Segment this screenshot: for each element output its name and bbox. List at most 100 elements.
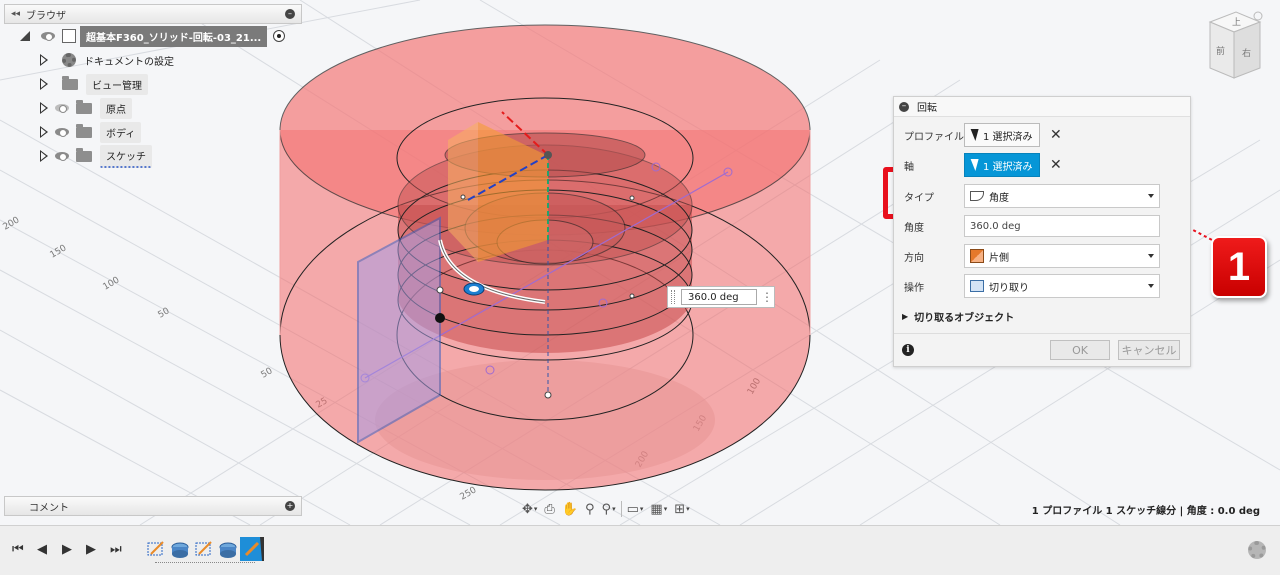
angle-row: 角度 360.0 deg xyxy=(894,213,1192,239)
axis-tick: 150 xyxy=(49,243,69,260)
axis-select-button[interactable]: 1 選択済み xyxy=(964,153,1040,177)
active-sketch-feature-icon[interactable] xyxy=(240,537,264,561)
navigation-toolbar: ✥ ▾ ⎙ ✋ ⚲ ⚲ ▾ ▭ ▾ ▦ ▾ ⊞ ▾ xyxy=(520,497,760,521)
expand-icon[interactable] xyxy=(40,78,48,90)
browser-item-label: 原点 xyxy=(100,97,132,119)
browser-item-view-manager[interactable]: ビュー管理 xyxy=(4,72,302,96)
add-comment-icon[interactable]: + xyxy=(285,501,295,511)
axis-tick: 250 xyxy=(459,485,479,502)
cut-objects-expander[interactable]: ▶ 切り取るオブジェクト xyxy=(894,303,1192,329)
direction-dropdown-value: 片側 xyxy=(989,252,1009,264)
profile-select-value: 1 選択済み xyxy=(983,131,1033,143)
expand-arrow-icon: ▶ xyxy=(902,311,909,321)
viewcube-front-label: 前 xyxy=(1216,45,1225,57)
view-cube[interactable]: 上 前 右 xyxy=(1198,8,1266,86)
3d-viewport[interactable]: 200 150 100 50 50 25 250 200 150 100 xyxy=(0,0,1280,525)
angle-tag-field[interactable]: 360.0 deg xyxy=(681,289,757,305)
activate-radio[interactable] xyxy=(273,30,286,42)
expand-icon[interactable] xyxy=(40,150,48,162)
type-row: タイプ 角度 xyxy=(894,183,1192,209)
select-cursor-icon xyxy=(969,159,979,172)
sketch-feature-icon[interactable] xyxy=(146,539,166,559)
browser-root-item[interactable]: 超基本F360_ソリッド-回転-03_21... xyxy=(4,24,302,48)
collapse-dialog-icon[interactable]: – xyxy=(899,101,909,112)
sketch-feature-icon[interactable] xyxy=(194,539,214,559)
comment-title: コメント xyxy=(29,502,69,514)
go-to-end-icon[interactable]: ⏭ xyxy=(110,542,122,557)
drag-grip-icon[interactable] xyxy=(671,290,675,304)
operation-dropdown[interactable]: 切り取り xyxy=(964,274,1160,298)
angle-input[interactable]: 360.0 deg xyxy=(964,215,1160,237)
expand-icon[interactable] xyxy=(20,31,30,41)
info-icon[interactable]: i xyxy=(902,344,914,356)
folder-icon xyxy=(62,75,78,90)
ok-button[interactable]: OK xyxy=(1050,340,1110,360)
collapse-panel-icon[interactable]: ◂◂ xyxy=(11,9,20,19)
axis-label: 軸 xyxy=(904,161,914,173)
folder-icon xyxy=(76,123,92,138)
status-message: 1 プロファイル 1 スケッチ線分 | 角度 : 0.0 deg xyxy=(1031,506,1260,517)
step-back-icon[interactable]: ◀ xyxy=(37,542,47,557)
dialog-header[interactable]: – 回転 xyxy=(894,97,1190,117)
browser-header[interactable]: ◂◂ ブラウザ – xyxy=(4,4,302,24)
folder-icon xyxy=(76,99,92,114)
orbit-icon[interactable]: ✥ ▾ xyxy=(520,500,539,518)
direction-dropdown[interactable]: 片側 xyxy=(964,244,1160,268)
operation-dropdown-value: 切り取り xyxy=(989,282,1029,294)
display-settings-icon[interactable]: ▭ ▾ xyxy=(625,500,646,518)
select-cursor-icon xyxy=(969,129,979,142)
root-document-label: 超基本F360_ソリッド-回転-03_21... xyxy=(80,25,268,47)
zoom-icon[interactable]: ⚲ xyxy=(583,500,597,518)
visibility-icon[interactable] xyxy=(54,151,70,161)
operation-row: 操作 切り取り xyxy=(894,273,1192,299)
revolve-dialog: – 回転 プロファイル 1 選択済み ✕ 軸 1 選択済み ✕ タイプ 角度 角… xyxy=(893,96,1191,367)
look-at-icon[interactable]: ⎙ xyxy=(542,500,556,518)
visibility-icon[interactable] xyxy=(54,127,70,137)
viewports-icon[interactable]: ⊞ ▾ xyxy=(672,500,691,518)
hidden-eye-icon[interactable] xyxy=(54,103,70,113)
fit-zoom-icon[interactable]: ⚲ ▾ xyxy=(600,500,618,518)
clear-axis-icon[interactable]: ✕ xyxy=(1050,157,1062,173)
component-icon xyxy=(62,29,76,43)
chevron-down-icon xyxy=(1148,284,1154,288)
browser-item-label: スケッチ xyxy=(100,144,152,168)
axis-tick: 50 xyxy=(157,306,172,321)
cancel-button[interactable]: キャンセル xyxy=(1118,340,1180,360)
timeline-track xyxy=(155,562,255,564)
gear-icon[interactable] xyxy=(1248,541,1266,559)
revolve-feature-icon[interactable] xyxy=(218,539,238,559)
comment-panel: コメント + xyxy=(4,496,302,516)
type-label: タイプ xyxy=(904,192,934,204)
grid-icon[interactable]: ▦ ▾ xyxy=(648,500,669,518)
expand-icon[interactable] xyxy=(40,54,48,66)
visibility-icon[interactable] xyxy=(40,31,56,41)
profile-select-button[interactable]: 1 選択済み xyxy=(964,123,1040,147)
browser-title: ブラウザ xyxy=(26,10,67,22)
type-dropdown[interactable]: 角度 xyxy=(964,184,1160,208)
cut-operation-icon xyxy=(970,280,984,292)
browser-item-bodies[interactable]: ボディ xyxy=(4,120,302,144)
expand-icon[interactable] xyxy=(40,102,48,114)
go-to-start-icon[interactable]: ⏮ xyxy=(12,542,24,557)
timeline-bar: ⏮ ◀ ▶ ▶ ⏭ xyxy=(0,525,1280,575)
comment-header[interactable]: コメント + xyxy=(4,496,302,516)
play-icon[interactable]: ▶ xyxy=(62,542,72,557)
clear-profile-icon[interactable]: ✕ xyxy=(1050,127,1062,143)
home-icon xyxy=(1253,11,1263,21)
type-dropdown-value: 角度 xyxy=(989,192,1009,204)
pan-hand-icon[interactable]: ✋ xyxy=(560,500,580,518)
browser-item-label: ボディ xyxy=(100,121,142,143)
revolve-feature-icon[interactable] xyxy=(170,539,190,559)
browser-item-origin[interactable]: 原点 xyxy=(4,96,302,120)
dialog-title: 回転 xyxy=(917,103,937,114)
axis-tick: 100 xyxy=(102,275,122,292)
browser-item-sketches[interactable]: スケッチ xyxy=(4,144,302,168)
pin-panel-icon[interactable]: – xyxy=(285,9,295,19)
angle-input-tag[interactable]: 360.0 deg ⋮ xyxy=(667,286,775,308)
step-forward-icon[interactable]: ▶ xyxy=(86,542,96,557)
cut-objects-label: 切り取るオブジェクト xyxy=(914,312,1015,324)
expand-icon[interactable] xyxy=(40,126,48,138)
direction-label: 方向 xyxy=(904,252,924,264)
more-options-icon[interactable]: ⋮ xyxy=(761,291,773,303)
browser-item-document-settings[interactable]: ドキュメントの設定 xyxy=(4,48,302,72)
